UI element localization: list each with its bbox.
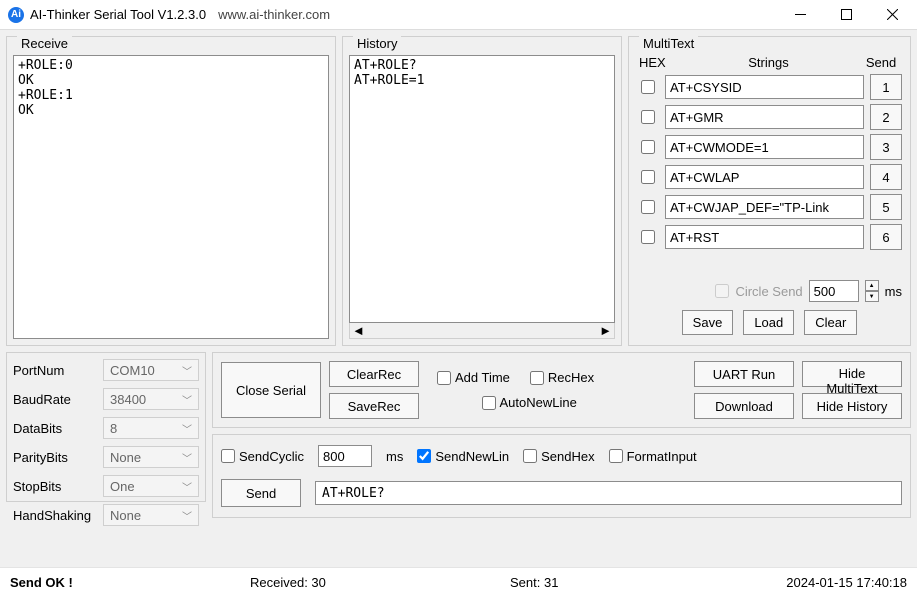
uart-run-button[interactable]: UART Run bbox=[694, 361, 794, 387]
status-ok: Send OK ! bbox=[10, 575, 250, 590]
status-time: 2024-01-15 17:40:18 bbox=[786, 575, 907, 590]
close-serial-button[interactable]: Close Serial bbox=[221, 362, 321, 418]
add-time-checkbox[interactable] bbox=[437, 371, 451, 385]
multitext-send-button[interactable]: 1 bbox=[870, 74, 902, 100]
multitext-send-button[interactable]: 3 bbox=[870, 134, 902, 160]
multitext-send-button[interactable]: 4 bbox=[870, 164, 902, 190]
multitext-send-button[interactable]: 6 bbox=[870, 224, 902, 250]
rec-hex-checkbox[interactable] bbox=[530, 371, 544, 385]
multitext-row: 3 bbox=[635, 132, 904, 162]
receive-legend: Receive bbox=[17, 36, 72, 51]
send-input[interactable] bbox=[315, 481, 902, 505]
minimize-button[interactable] bbox=[777, 0, 823, 30]
multitext-hex-checkbox[interactable] bbox=[641, 80, 655, 94]
stopbits-combo[interactable]: One﹀ bbox=[103, 475, 199, 497]
auto-newline-checkbox[interactable] bbox=[482, 396, 496, 410]
multitext-header: HEX Strings Send bbox=[635, 55, 904, 72]
multitext-legend: MultiText bbox=[639, 36, 698, 51]
action-panel: Close Serial ClearRec SaveRec Add Time R… bbox=[212, 352, 911, 428]
send-cyclic-checkbox[interactable] bbox=[221, 449, 235, 463]
send-panel: SendCyclic ms SendNewLin SendHex FormatI… bbox=[212, 434, 911, 518]
app-logo-icon: Ai bbox=[8, 7, 24, 23]
hide-multitext-button[interactable]: Hide MultiText bbox=[802, 361, 902, 387]
save-rec-button[interactable]: SaveRec bbox=[329, 393, 419, 419]
multitext-clear-button[interactable]: Clear bbox=[804, 310, 857, 335]
receive-textarea[interactable]: +ROLE:0 OK +ROLE:1 OK bbox=[13, 55, 329, 339]
download-button[interactable]: Download bbox=[694, 393, 794, 419]
multitext-row: 4 bbox=[635, 162, 904, 192]
port-panel: PortNumCOM10﹀ BaudRate38400﹀ DataBits8﹀ … bbox=[6, 352, 206, 502]
multitext-string-input[interactable] bbox=[665, 75, 864, 99]
maximize-button[interactable] bbox=[823, 0, 869, 30]
status-received: Received: 30 bbox=[250, 575, 510, 590]
history-group: History AT+ROLE? AT+ROLE=1 ◄► bbox=[342, 36, 622, 346]
multitext-row: 1 bbox=[635, 72, 904, 102]
multitext-send-button[interactable]: 2 bbox=[870, 104, 902, 130]
multitext-string-input[interactable] bbox=[665, 225, 864, 249]
send-cyclic-value[interactable] bbox=[318, 445, 372, 467]
title-bar: Ai AI-Thinker Serial Tool V1.2.3.0 www.a… bbox=[0, 0, 917, 30]
send-newline-checkbox[interactable] bbox=[417, 449, 431, 463]
multitext-row: 6 bbox=[635, 222, 904, 252]
multitext-string-input[interactable] bbox=[665, 105, 864, 129]
multitext-row: 2 bbox=[635, 102, 904, 132]
send-button[interactable]: Send bbox=[221, 479, 301, 507]
portnum-combo[interactable]: COM10﹀ bbox=[103, 359, 199, 381]
clear-rec-button[interactable]: ClearRec bbox=[329, 361, 419, 387]
multitext-string-input[interactable] bbox=[665, 165, 864, 189]
hide-history-button[interactable]: Hide History bbox=[802, 393, 902, 419]
multitext-hex-checkbox[interactable] bbox=[641, 230, 655, 244]
circle-send-checkbox[interactable] bbox=[715, 284, 729, 298]
baudrate-combo[interactable]: 38400﹀ bbox=[103, 388, 199, 410]
multitext-string-input[interactable] bbox=[665, 195, 864, 219]
multitext-hex-checkbox[interactable] bbox=[641, 200, 655, 214]
send-hex-checkbox[interactable] bbox=[523, 449, 537, 463]
window-title: AI-Thinker Serial Tool V1.2.3.0 bbox=[30, 7, 206, 22]
status-sent: Sent: 31 bbox=[510, 575, 786, 590]
history-legend: History bbox=[353, 36, 401, 51]
window-url: www.ai-thinker.com bbox=[218, 7, 330, 22]
handshaking-combo[interactable]: None﹀ bbox=[103, 504, 199, 526]
history-hscroll[interactable]: ◄► bbox=[349, 323, 615, 339]
databits-combo[interactable]: 8﹀ bbox=[103, 417, 199, 439]
multitext-string-input[interactable] bbox=[665, 135, 864, 159]
close-button[interactable] bbox=[869, 0, 915, 30]
circle-send-value[interactable] bbox=[809, 280, 859, 302]
format-input-checkbox[interactable] bbox=[609, 449, 623, 463]
circle-send-spinner[interactable]: ▲▼ bbox=[865, 280, 879, 302]
multitext-hex-checkbox[interactable] bbox=[641, 170, 655, 184]
circle-send-label: Circle Send bbox=[735, 284, 802, 299]
circle-send-unit: ms bbox=[885, 284, 902, 299]
multitext-load-button[interactable]: Load bbox=[743, 310, 794, 335]
history-textarea[interactable]: AT+ROLE? AT+ROLE=1 bbox=[349, 55, 615, 323]
multitext-send-button[interactable]: 5 bbox=[870, 194, 902, 220]
multitext-hex-checkbox[interactable] bbox=[641, 140, 655, 154]
status-bar: Send OK ! Received: 30 Sent: 31 2024-01-… bbox=[0, 567, 917, 597]
receive-group: Receive +ROLE:0 OK +ROLE:1 OK bbox=[6, 36, 336, 346]
multitext-save-button[interactable]: Save bbox=[682, 310, 734, 335]
parity-combo[interactable]: None﹀ bbox=[103, 446, 199, 468]
multitext-group: MultiText HEX Strings Send 1 2 3 4 5 6 Circle… bbox=[628, 36, 911, 346]
multitext-row: 5 bbox=[635, 192, 904, 222]
multitext-hex-checkbox[interactable] bbox=[641, 110, 655, 124]
